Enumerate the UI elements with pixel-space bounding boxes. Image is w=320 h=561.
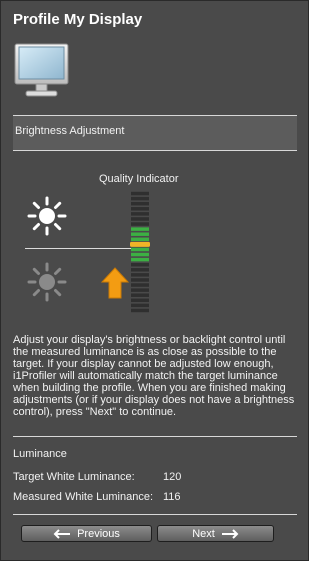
meter-segment	[131, 232, 149, 236]
next-button[interactable]: Next	[157, 525, 274, 542]
meter-segment	[131, 283, 149, 287]
luminance-title: Luminance	[13, 448, 67, 460]
meter-segment	[131, 252, 149, 257]
measured-luminance-label: Measured White Luminance:	[13, 491, 154, 503]
meter-segment	[131, 196, 149, 201]
target-luminance-value: 120	[163, 471, 182, 483]
meter-segment	[131, 247, 149, 252]
previous-button[interactable]: Previous	[21, 525, 152, 542]
meter-segment	[131, 217, 149, 221]
divider	[13, 436, 297, 437]
previous-label: Previous	[77, 527, 120, 540]
meter-segment	[131, 308, 149, 313]
arrow-left-icon	[53, 528, 71, 539]
arrow-up-icon	[101, 267, 129, 299]
quality-indicator-label: Quality Indicator	[99, 173, 179, 185]
divider	[13, 514, 297, 515]
meter-segment	[131, 207, 149, 211]
meter-segment	[131, 262, 149, 267]
meter-level-marker	[130, 241, 150, 247]
quality-meter	[130, 191, 150, 313]
meter-segment	[131, 273, 149, 277]
meter-segment	[131, 222, 149, 226]
measured-luminance-value: 116	[163, 491, 181, 503]
meter-segment	[131, 227, 149, 231]
section-label: Brightness Adjustment	[15, 125, 125, 137]
meter-segment	[131, 298, 149, 303]
target-line	[25, 248, 133, 249]
instructions-text: Adjust your display's brightness or back…	[13, 334, 295, 418]
monitor-icon	[14, 43, 69, 97]
next-label: Next	[192, 527, 215, 540]
arrow-right-icon	[221, 528, 239, 539]
meter-segment	[131, 201, 149, 206]
meter-segment	[131, 278, 149, 282]
meter-segment	[131, 212, 149, 216]
target-luminance-label: Target White Luminance:	[13, 471, 135, 483]
sun-dim-icon	[27, 262, 67, 302]
profile-display-panel: Profile My Display Brightness Adjustment…	[0, 0, 309, 561]
sun-bright-icon	[27, 196, 67, 236]
page-title: Profile My Display	[13, 11, 143, 28]
meter-segment	[131, 303, 149, 308]
meter-segment	[131, 293, 149, 297]
meter-segment	[131, 257, 149, 262]
meter-segment	[131, 288, 149, 292]
meter-segment	[131, 268, 149, 272]
section-header: Brightness Adjustment	[13, 115, 297, 151]
meter-segment	[131, 191, 149, 196]
meter-segment	[131, 237, 149, 242]
